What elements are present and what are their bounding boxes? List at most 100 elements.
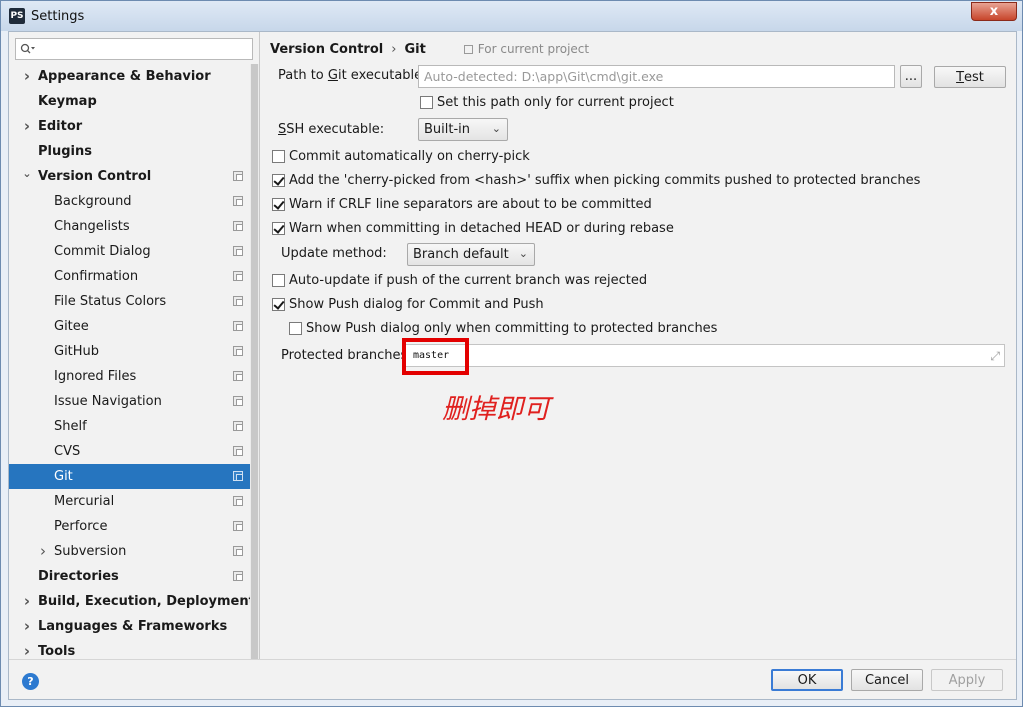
sidebar-item[interactable]: Gitee: [9, 314, 259, 339]
checkbox-box[interactable]: [272, 298, 285, 311]
auto-update-checkbox[interactable]: Auto-update if push of the current branc…: [272, 273, 647, 288]
project-scope-icon: [233, 196, 243, 206]
sidebar-item[interactable]: Mercurial: [9, 489, 259, 514]
chevron-right-icon[interactable]: ›: [22, 67, 32, 85]
sidebar-scrollbar[interactable]: [250, 64, 259, 659]
sidebar-item-label: CVS: [54, 444, 81, 459]
sidebar-item[interactable]: › Subversion: [9, 539, 259, 564]
update-method-select[interactable]: Branch default ⌄: [407, 243, 535, 266]
help-icon[interactable]: ?: [22, 673, 39, 690]
checkbox-label: Warn when committing in detached HEAD or…: [289, 221, 674, 236]
protected-branches-input[interactable]: ⤢: [402, 344, 1005, 367]
sidebar-item[interactable]: Commit Dialog: [9, 239, 259, 264]
chevron-right-icon[interactable]: ›: [38, 542, 48, 560]
dialog-client: › Appearance & Behavior Keymap › Editor Plugi…: [8, 31, 1017, 700]
sidebar-item[interactable]: Keymap: [9, 89, 259, 114]
close-window-button[interactable]: x: [971, 2, 1017, 21]
sidebar-item-label: Editor: [38, 119, 83, 134]
sidebar-item[interactable]: Shelf: [9, 414, 259, 439]
checkbox-label: Commit automatically on cherry-pick: [289, 149, 530, 164]
sidebar-item-label: File Status Colors: [54, 294, 167, 309]
checkbox-label: Add the 'cherry-picked from <hash>' suff…: [289, 173, 921, 188]
sidebar-item-label: Tools: [38, 644, 76, 659]
sidebar-item[interactable]: CVS: [9, 439, 259, 464]
git-path-input[interactable]: Auto-detected: D:\app\Git\cmd\git.exe: [418, 65, 895, 88]
checkbox-label: Warn if CRLF line separators are about t…: [289, 197, 652, 212]
sidebar-item-label: Languages & Frameworks: [38, 619, 228, 634]
sidebar-item-label: Directories: [38, 569, 119, 584]
sidebar-item[interactable]: Background: [9, 189, 259, 214]
project-scope-icon: [463, 44, 473, 54]
settings-window: PS Settings x › Appearance & Behavior Keym…: [0, 0, 1023, 707]
sidebar-item[interactable]: Ignored Files: [9, 364, 259, 389]
browse-git-path-button[interactable]: ...: [900, 65, 922, 88]
cancel-button[interactable]: Cancel: [851, 669, 923, 691]
sidebar-item[interactable]: › Appearance & Behavior: [9, 64, 259, 89]
set-path-project-checkbox[interactable]: Set this path only for current project: [420, 95, 674, 110]
chevron-right-icon[interactable]: ›: [22, 617, 32, 635]
apply-button[interactable]: Apply: [931, 669, 1003, 691]
option-checkbox[interactable]: Add the 'cherry-picked from <hash>' suff…: [272, 173, 920, 188]
sidebar-item-label: Version Control: [38, 169, 152, 184]
ssh-executable-select[interactable]: Built-in ⌄: [418, 118, 508, 141]
test-git-button[interactable]: Test: [934, 66, 1006, 88]
sidebar-item[interactable]: Directories: [9, 564, 259, 589]
sidebar-item[interactable]: Git: [9, 464, 259, 489]
chevron-right-icon[interactable]: ›: [22, 592, 32, 610]
chevron-right-icon[interactable]: ›: [22, 117, 32, 135]
sidebar-item-label: Build, Execution, Deployment: [38, 594, 255, 609]
sidebar-item[interactable]: › Build, Execution, Deployment: [9, 589, 259, 614]
project-scope-icon: [233, 571, 243, 581]
sidebar-scroll-thumb[interactable]: [251, 64, 258, 659]
sidebar-item[interactable]: › Languages & Frameworks: [9, 614, 259, 639]
option-checkbox[interactable]: Commit automatically on cherry-pick: [272, 149, 530, 164]
option-checkbox[interactable]: Warn if CRLF line separators are about t…: [272, 197, 652, 212]
checkbox-box[interactable]: [272, 222, 285, 235]
checkbox-box[interactable]: [420, 96, 433, 109]
sidebar-item[interactable]: GitHub: [9, 339, 259, 364]
ssh-label: SSH executable:: [278, 122, 385, 137]
sidebar-item[interactable]: Issue Navigation: [9, 389, 259, 414]
checkbox-box[interactable]: [289, 322, 302, 335]
checkbox-label: Show Push dialog for Commit and Push: [289, 297, 544, 312]
project-scope-icon: [233, 521, 243, 531]
breadcrumb: Version Control › Git For current projec…: [270, 40, 589, 58]
scope-indicator: For current project: [463, 42, 590, 56]
chevron-down-icon[interactable]: ⌄: [22, 167, 32, 180]
project-scope-icon: [233, 446, 243, 456]
sidebar-item-label: Git: [54, 469, 73, 484]
project-scope-icon: [233, 396, 243, 406]
sidebar-item[interactable]: File Status Colors: [9, 289, 259, 314]
checkbox-box[interactable]: [272, 174, 285, 187]
chevron-right-icon[interactable]: ›: [22, 642, 32, 660]
project-scope-icon: [233, 171, 243, 181]
project-scope-icon: [233, 421, 243, 431]
checkbox-label: Auto-update if push of the current branc…: [289, 273, 648, 288]
project-scope-icon: [233, 371, 243, 381]
expand-icon[interactable]: ⤢: [990, 349, 1000, 364]
scope-label: For current project: [477, 42, 590, 56]
sidebar-item[interactable]: Changelists: [9, 214, 259, 239]
settings-search-input[interactable]: [15, 38, 253, 60]
ok-button[interactable]: OK: [771, 669, 843, 691]
chevron-down-icon: ⌄: [518, 247, 528, 260]
project-scope-icon: [233, 321, 243, 331]
sidebar-item[interactable]: Confirmation: [9, 264, 259, 289]
sidebar-item[interactable]: ⌄ Version Control: [9, 164, 259, 189]
project-scope-icon: [233, 471, 243, 481]
sidebar-item-label: Mercurial: [54, 494, 115, 509]
sidebar-item-label: Ignored Files: [54, 369, 137, 384]
git-settings-panel: Version Control › Git For current projec…: [260, 32, 1016, 659]
checkbox-box[interactable]: [272, 150, 285, 163]
checkbox-box[interactable]: [272, 198, 285, 211]
show-push-dialog-checkbox[interactable]: Show Push dialog for Commit and Push: [272, 297, 544, 312]
sidebar-item[interactable]: Perforce: [9, 514, 259, 539]
title-bar: PS Settings x: [1, 1, 1022, 31]
show-push-protected-checkbox[interactable]: Show Push dialog only when committing to…: [289, 321, 717, 336]
checkbox-box[interactable]: [272, 274, 285, 287]
sidebar-item-label: Perforce: [54, 519, 108, 534]
sidebar-item-label: Keymap: [38, 94, 97, 109]
sidebar-item[interactable]: Plugins: [9, 139, 259, 164]
sidebar-item[interactable]: › Editor: [9, 114, 259, 139]
option-checkbox[interactable]: Warn when committing in detached HEAD or…: [272, 221, 674, 236]
